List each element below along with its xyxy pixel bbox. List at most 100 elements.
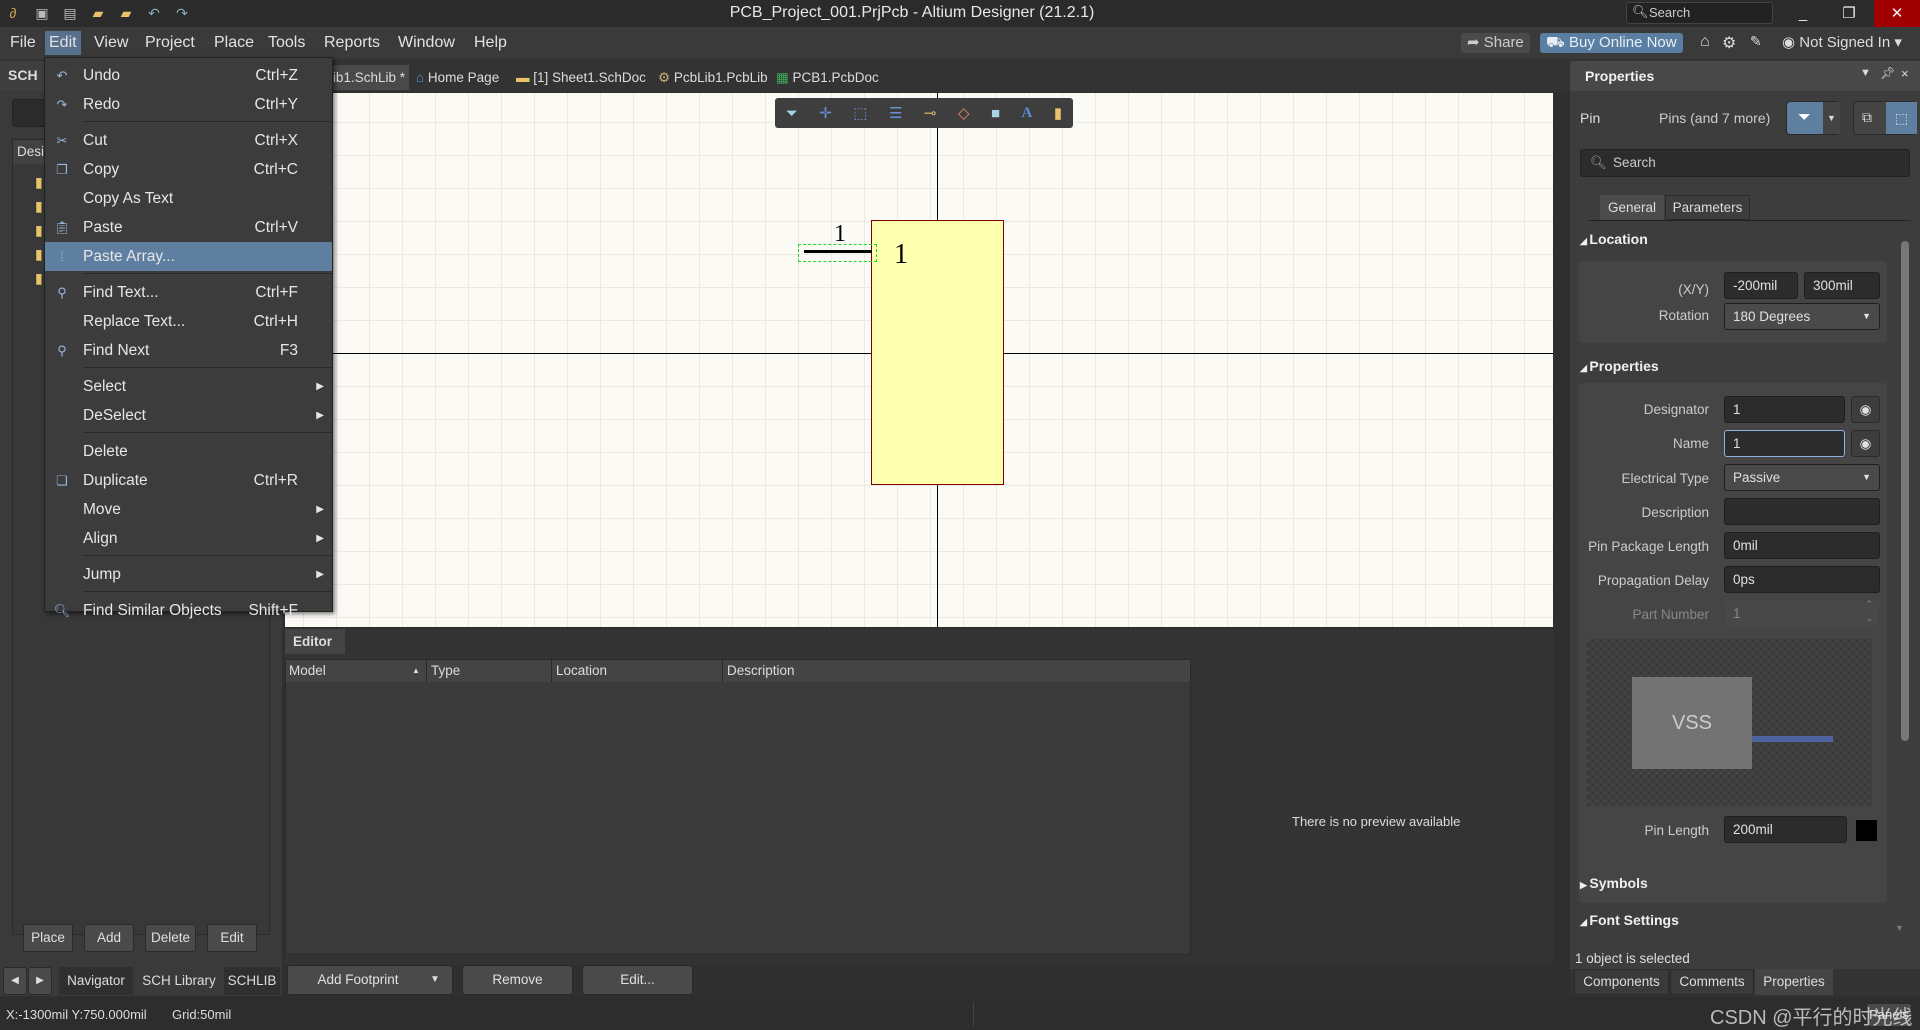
eye-icon[interactable]: ◉ (1851, 430, 1880, 457)
user-menu[interactable]: ◉ Not Signed In ▾ (1782, 33, 1902, 51)
place-polygon-icon[interactable]: ◇ (958, 104, 970, 122)
close-panel-icon[interactable]: × (1901, 66, 1909, 81)
remove-button[interactable]: Remove (462, 965, 573, 995)
tab-pcblib[interactable]: ⚙ PcbLib1.PcbLib (654, 65, 772, 90)
menu-item-replace-text[interactable]: Replace Text... Ctrl+H (45, 307, 332, 336)
part-number-spinner[interactable]: 1 ⌃ ⌄ (1724, 597, 1880, 627)
place-rectangle-icon[interactable]: ■ (991, 105, 1000, 122)
home-icon[interactable]: ⌂ (1700, 33, 1710, 51)
menu-tools[interactable]: Tools (264, 31, 309, 55)
menu-help[interactable]: Help (470, 31, 511, 55)
rotation-select[interactable]: 180 Degrees ▼ (1724, 303, 1880, 330)
menu-item-paste[interactable]: 📋︎ Paste Ctrl+V (45, 213, 332, 242)
menu-item-duplicate[interactable]: ❏ Duplicate Ctrl+R (45, 466, 332, 495)
filter-icon[interactable]: ⏷ (786, 105, 798, 122)
pin-panel-icon[interactable]: 📌︎ (1880, 66, 1895, 80)
menu-item-copy-as-text[interactable]: Copy As Text (45, 184, 332, 213)
column-location[interactable]: Location (556, 660, 607, 682)
gear-icon[interactable]: ⚙ (1722, 33, 1736, 53)
scrollbar-thumb[interactable] (1901, 241, 1909, 741)
menu-item-cut[interactable]: ✂ Cut Ctrl+X (45, 126, 332, 155)
minimize-button[interactable]: _ (1780, 0, 1826, 27)
scroll-down-icon[interactable]: ▼ (1895, 923, 1904, 933)
tab-pcb1[interactable]: ▦ PCB1.PcbDoc (772, 65, 883, 90)
scroll-left-button[interactable]: ◀ (3, 967, 27, 995)
buy-online-button[interactable]: ⛟ Buy Online Now (1540, 33, 1683, 53)
move-icon[interactable]: ✛ (819, 104, 832, 122)
place-button[interactable]: Place (23, 924, 73, 952)
select-overlapped-icon[interactable]: ⧉ (1862, 109, 1872, 126)
menu-reports[interactable]: Reports (320, 31, 384, 55)
tab-sheet1[interactable]: ▬ [1] Sheet1.SchDoc (512, 65, 650, 90)
eye-icon[interactable]: ◉ (1851, 396, 1880, 423)
menu-item-align[interactable]: Align ▶ (45, 524, 332, 553)
add-footprint-button[interactable]: Add Footprint (287, 965, 453, 995)
pin-length-field[interactable]: 200mil (1724, 816, 1847, 843)
menu-item-undo[interactable]: ↶ Undo Ctrl+Z (45, 61, 332, 90)
delete-button[interactable]: Delete (145, 924, 196, 952)
place-text-icon[interactable]: A (1022, 105, 1033, 122)
add-button[interactable]: Add (84, 924, 134, 952)
tab-schlib[interactable]: SCHLIB (224, 967, 280, 995)
font-settings-section-header[interactable]: ◢ Font Settings (1580, 912, 1679, 928)
menu-item-delete[interactable]: Delete (45, 437, 332, 466)
properties-section-header[interactable]: ◢ Properties (1580, 358, 1659, 374)
description-field[interactable] (1724, 498, 1880, 525)
menu-edit[interactable]: Edit (45, 31, 81, 55)
menu-item-find-next[interactable]: ⚲ Find Next F3 (45, 336, 332, 365)
name-field[interactable]: 1 (1724, 430, 1845, 457)
menu-view[interactable]: View (90, 31, 132, 55)
menu-project[interactable]: Project (141, 31, 199, 55)
global-search[interactable]: 🔍︎ Search (1626, 2, 1773, 24)
propagation-delay-field[interactable]: 0ps (1724, 566, 1880, 593)
pin-color-swatch[interactable] (1853, 817, 1880, 844)
menu-item-find-text[interactable]: ⚲ Find Text... Ctrl+F (45, 278, 332, 307)
menu-file[interactable]: File (6, 31, 40, 55)
x-field[interactable]: -200mil (1724, 272, 1798, 299)
tab-general[interactable]: General (1600, 195, 1664, 220)
select-area-icon[interactable]: ⬚ (853, 104, 867, 122)
panel-menu-icon[interactable]: ▼ (1860, 67, 1871, 79)
filter-button[interactable]: ⏷ ▼ (1786, 101, 1840, 135)
align-icon[interactable]: ☰ (889, 104, 902, 122)
menu-window[interactable]: Window (394, 31, 459, 55)
symbols-section-header[interactable]: ▶ Symbols (1580, 875, 1648, 891)
restore-button[interactable]: ❐ (1826, 0, 1872, 27)
menu-item-redo[interactable]: ↷ Redo Ctrl+Y (45, 90, 332, 119)
dropdown-arrow-icon[interactable]: ▼ (430, 974, 440, 985)
tab-properties[interactable]: Properties (1755, 969, 1833, 995)
edit-button[interactable]: Edit (207, 924, 257, 952)
column-type[interactable]: Type (431, 660, 460, 682)
tab-sch-library[interactable]: SCH Library (136, 967, 222, 995)
menu-item-jump[interactable]: Jump ▶ (45, 560, 332, 589)
column-model[interactable]: Model (289, 660, 326, 682)
schematic-canvas[interactable]: 1 1 ⏷ ✛ ⬚ ☰ ⊸ ◇ ■ A ▮ (285, 93, 1553, 627)
designator-field[interactable]: 1 (1724, 396, 1845, 423)
tab-home-page[interactable]: ⌂ Home Page (412, 65, 503, 90)
menu-item-deselect[interactable]: DeSelect ▶ (45, 401, 332, 430)
select-cursor-icon[interactable]: ⬚ (1886, 102, 1917, 134)
electrical-type-select[interactable]: Passive ▼ (1724, 464, 1880, 491)
properties-scrollbar[interactable] (1901, 229, 1909, 741)
y-field[interactable]: 300mil (1804, 272, 1880, 299)
tab-editor[interactable]: Editor (285, 629, 345, 654)
place-part-icon[interactable]: ▮ (1054, 104, 1062, 122)
place-pin-icon[interactable]: ⊸ (924, 104, 937, 122)
menu-item-copy[interactable]: ❐ Copy Ctrl+C (45, 155, 332, 184)
component-body[interactable] (871, 220, 1004, 485)
tab-parameters[interactable]: Parameters (1665, 195, 1750, 220)
pin-package-length-field[interactable]: 0mil (1724, 532, 1880, 559)
column-description[interactable]: Description (727, 660, 795, 682)
menu-item-select[interactable]: Select ▶ (45, 372, 332, 401)
tab-components[interactable]: Components (1574, 969, 1669, 995)
close-button[interactable]: ✕ (1874, 0, 1920, 27)
tab-comments[interactable]: Comments (1670, 969, 1754, 995)
share-button[interactable]: ➦ Share (1461, 33, 1530, 53)
menu-item-move[interactable]: Move ▶ (45, 495, 332, 524)
scroll-right-button[interactable]: ▶ (28, 967, 52, 995)
menu-item-paste-array[interactable]: ⁞ Paste Array... (45, 242, 332, 271)
edit-footprint-button[interactable]: Edit... (582, 965, 693, 995)
menu-place[interactable]: Place (210, 31, 258, 55)
notifications-icon[interactable]: ✎ (1750, 33, 1762, 50)
spinner-icon[interactable]: ⌃ ⌄ (1865, 597, 1873, 625)
